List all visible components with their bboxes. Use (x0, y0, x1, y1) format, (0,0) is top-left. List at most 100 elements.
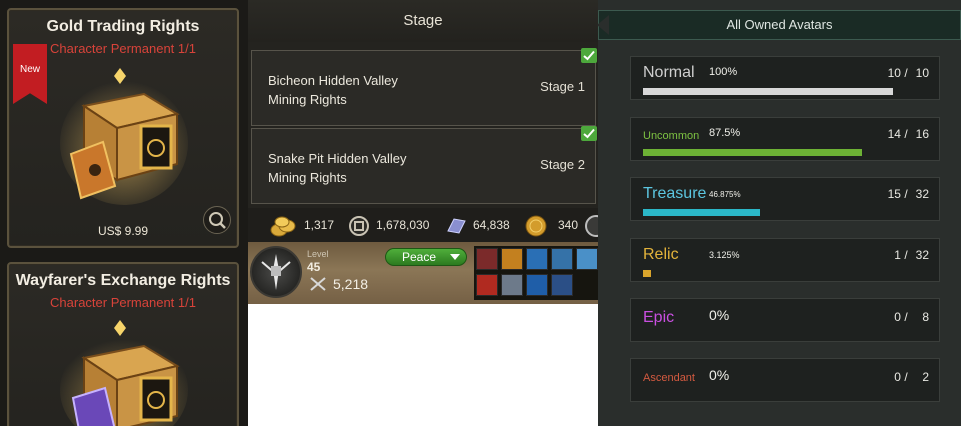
grade-percent: 0% (709, 307, 730, 323)
grade-progress-bar (643, 88, 893, 95)
buff-icon[interactable] (551, 274, 573, 296)
avatars-header: All Owned Avatars (597, 10, 961, 40)
grade-name: Relic (643, 246, 679, 263)
check-icon (581, 126, 597, 141)
stage-name-line2: Mining Rights (268, 170, 347, 185)
owned-count: 1 (894, 248, 901, 262)
header-notch (597, 15, 609, 35)
level-label: Level (307, 249, 329, 259)
grade-row-uncommon: Uncommon 87.5% 14 / 16 (630, 117, 940, 161)
crossed-swords-icon (310, 277, 326, 291)
total-count: 16 (915, 127, 929, 141)
grade-name: Treasure (643, 185, 707, 202)
grade-count: 0 / 2 (894, 370, 929, 384)
shop-card-wayfarers-exchange-rights[interactable]: Wayfarer's Exchange Rights Character Per… (7, 262, 239, 426)
shop-card-gold-trading-rights[interactable]: Gold Trading Rights Character Permanent … (7, 8, 239, 248)
check-icon (581, 48, 597, 63)
stage-name: Bicheon Hidden Valley Mining Rights (268, 71, 468, 109)
new-badge-label: New (19, 64, 40, 75)
treasure-chest-icon (60, 320, 188, 426)
grade-percent: 46.875% (709, 190, 741, 199)
stage-name-line1: Bicheon Hidden Valley (268, 73, 398, 88)
combat-mode-label: Peace (402, 250, 437, 264)
grade-row-ascendant: Ascendant 0% 0 / 2 (630, 358, 940, 402)
grade-count: 14 / 16 (887, 127, 929, 141)
card-title: Wayfarer's Exchange Rights (15, 272, 231, 289)
grade-percent: 87.5% (709, 127, 741, 139)
gold-coins-icon (270, 216, 296, 237)
owned-count: 10 (887, 66, 901, 80)
buff-icon[interactable] (526, 274, 548, 296)
card-title: Gold Trading Rights (46, 18, 200, 35)
grade-progress-bar (643, 209, 760, 216)
total-count: 32 (915, 187, 929, 201)
buff-icon[interactable] (476, 274, 498, 296)
buff-icons (474, 246, 598, 300)
grade-percent: 0% (709, 367, 730, 383)
level-value: 45 (307, 260, 321, 274)
buff-icon[interactable] (576, 248, 598, 270)
card-subtitle: Character Permanent 1/1 (50, 295, 196, 310)
total-count: 8 (922, 310, 929, 324)
stage-number: Stage 2 (540, 157, 585, 172)
grade-count: 0 / 8 (894, 310, 929, 324)
stage-column: Stage Bicheon Hidden Valley Mining Right… (248, 0, 598, 426)
grade-count: 10 / 10 (887, 66, 929, 80)
currency-value: 1,678,030 (376, 218, 430, 232)
grade-row-epic: Epic 0% 0 / 8 (630, 298, 940, 342)
grade-name: Ascendant (643, 372, 695, 384)
grade-progress-bar (643, 149, 862, 156)
stage-name-line2: Mining Rights (268, 92, 347, 107)
grade-percent: 100% (709, 66, 738, 78)
owned-count: 0 (894, 370, 901, 384)
partial-currency-icon (585, 215, 598, 237)
owned-count: 15 (887, 187, 901, 201)
magnifier-icon (209, 212, 226, 229)
combat-mode-dropdown[interactable]: Peace (385, 248, 467, 266)
avatars-header-label: All Owned Avatars (726, 17, 833, 32)
owned-count: 0 (894, 310, 901, 324)
grade-name: Normal (643, 64, 695, 81)
stage-row[interactable]: Bicheon Hidden Valley Mining Rights Stag… (251, 48, 597, 126)
avatar-collection-panel: All Owned Avatars Normal 100% 10 / 10 Un… (597, 0, 961, 426)
stage-panel: Stage Bicheon Hidden Valley Mining Right… (248, 0, 598, 208)
grade-row-normal: Normal 100% 10 / 10 (630, 56, 940, 100)
grade-progress-bar (643, 270, 651, 277)
stage-name-line1: Snake Pit Hidden Valley (268, 151, 407, 166)
buff-icon[interactable] (551, 248, 573, 270)
owned-count: 14 (887, 127, 901, 141)
currency-bar: 1,317 1,678,030 64,838 340 (248, 208, 598, 242)
stage-name: Snake Pit Hidden Valley Mining Rights (268, 149, 468, 187)
total-count: 2 (922, 370, 929, 384)
price-label: US$ 9.99 (97, 224, 149, 238)
grade-name: Uncommon (643, 130, 700, 142)
grade-count: 15 / 32 (887, 187, 929, 201)
class-emblem-icon[interactable] (250, 246, 302, 298)
shop-panel: Gold Trading Rights Character Permanent … (0, 0, 248, 426)
buff-icon[interactable] (501, 248, 523, 270)
player-hud: Level 45 5,218 Peace (248, 242, 598, 304)
currency-value: 1,317 (304, 218, 335, 232)
buff-icon[interactable] (501, 274, 523, 296)
stage-header: Stage (248, 0, 598, 42)
currency-value: 64,838 (473, 218, 510, 232)
combat-power-value: 5,218 (333, 276, 369, 292)
grade-name: Epic (643, 309, 675, 326)
buff-icon[interactable] (476, 248, 498, 270)
currency-value: 340 (558, 218, 579, 232)
grade-row-relic: Relic 3.125% 1 / 32 (630, 238, 940, 282)
new-badge: New (13, 44, 47, 104)
total-count: 32 (915, 248, 929, 262)
stage-row[interactable]: Snake Pit Hidden Valley Mining Rights St… (251, 126, 597, 204)
grade-percent: 3.125% (709, 250, 740, 260)
grade-count: 1 / 32 (894, 248, 929, 262)
grade-row-treasure: Treasure 46.875% 15 / 32 (630, 177, 940, 221)
total-count: 10 (915, 66, 929, 80)
buff-icon[interactable] (526, 248, 548, 270)
silver-ingot-icon (447, 218, 466, 234)
treasure-chest-icon (60, 68, 188, 205)
gold-medal-icon (525, 215, 547, 237)
stage-number: Stage 1 (540, 79, 585, 94)
copper-coin-icon (349, 216, 369, 236)
zoom-button[interactable] (203, 206, 231, 234)
